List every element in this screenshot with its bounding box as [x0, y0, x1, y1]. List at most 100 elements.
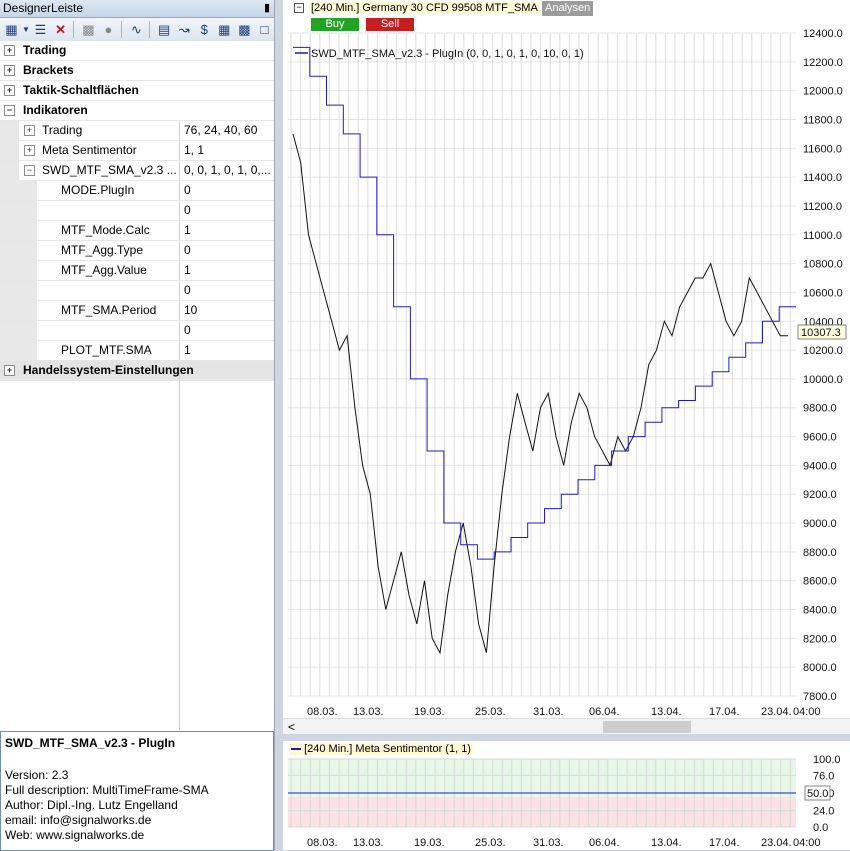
category-indikatoren[interactable]: − Indikatoren: [0, 101, 274, 121]
param-label: MODE.PlugIn: [61, 183, 135, 197]
column-divider: [179, 281, 180, 300]
param-row[interactable]: MTF_Agg.Value 1: [0, 261, 274, 281]
column-divider: [179, 366, 180, 730]
sentiment-tick-label: 24.0: [813, 806, 834, 818]
param-row[interactable]: 0: [0, 321, 274, 341]
expand-icon[interactable]: +: [24, 125, 35, 136]
calculator-icon[interactable]: ▩: [79, 20, 98, 39]
param-value[interactable]: 1: [184, 343, 191, 357]
param-value[interactable]: 0: [184, 203, 191, 217]
scroll-left-icon[interactable]: <: [288, 719, 295, 735]
indicator-value[interactable]: 0, 0, 1, 0, 1, 0,...: [184, 163, 271, 177]
window-icon[interactable]: □: [255, 20, 274, 39]
description-web[interactable]: Web: www.signalworks.de: [5, 828, 144, 842]
column-divider: [179, 241, 180, 260]
sentiment-tick-label: 76.0: [813, 770, 834, 782]
category-trading[interactable]: + Trading: [0, 41, 274, 61]
sentiment-x-tick-label: 31.03.: [533, 837, 564, 849]
indicator-value[interactable]: 76, 24, 40, 60: [184, 123, 257, 137]
pane-splitter[interactable]: [283, 734, 850, 741]
sentiment-x-tick-label: 25.03.: [475, 837, 506, 849]
y-tick-label: 12000.0: [803, 86, 843, 98]
indicator-value[interactable]: 1, 1: [184, 143, 204, 157]
y-tick-label: 7800.0: [803, 691, 837, 703]
description-email[interactable]: email: info@signalworks.de: [5, 813, 151, 827]
param-value[interactable]: 1: [184, 263, 191, 277]
param-value[interactable]: 10: [184, 303, 197, 317]
expand-icon[interactable]: +: [4, 45, 15, 56]
chart-panel: − [240 Min.] Germany 30 CFD 99508 MTF_SM…: [283, 0, 850, 850]
table-icon[interactable]: ▩: [235, 20, 254, 39]
description-version: Version: 2.3: [5, 768, 69, 782]
data-grid-icon[interactable]: ▦: [215, 20, 234, 39]
trend-icon[interactable]: ↝: [175, 20, 194, 39]
param-row[interactable]: MTF_Mode.Calc 1: [0, 221, 274, 241]
dollar-icon[interactable]: $: [195, 20, 214, 39]
param-value[interactable]: 0: [184, 323, 191, 337]
param-row[interactable]: 0: [0, 201, 274, 221]
horizontal-scrollbar[interactable]: <: [283, 718, 850, 735]
sentiment-x-tick-label: 23.04.: [761, 837, 792, 849]
param-row[interactable]: MTF_SMA.Period 10: [0, 301, 274, 321]
column-divider: [179, 121, 180, 140]
column-divider: [179, 301, 180, 320]
sentiment-x-tick-label: 17.04.: [709, 837, 740, 849]
category-label: Brackets: [23, 63, 74, 77]
param-value[interactable]: 0: [184, 243, 191, 257]
dropdown-icon[interactable]: ▼: [22, 20, 30, 39]
expand-icon[interactable]: +: [24, 145, 35, 156]
column-divider: [179, 321, 180, 340]
indent-shade: [0, 141, 19, 160]
category-taktik[interactable]: + Taktik-Schaltflächen: [0, 81, 274, 101]
param-row[interactable]: MODE.PlugIn 0: [0, 181, 274, 201]
param-label: MTF_Agg.Type: [61, 243, 144, 257]
y-tick-label: 10800.0: [803, 259, 843, 271]
collapse-icon[interactable]: −: [4, 105, 15, 116]
description-box: SWD_MTF_SMA_v2.3 - PlugIn Version: 2.3 F…: [0, 731, 274, 851]
list-icon[interactable]: ☰: [31, 20, 50, 39]
param-label: MTF_SMA.Period: [61, 303, 157, 317]
expand-icon[interactable]: +: [4, 85, 15, 96]
category-label: Taktik-Schaltflächen: [23, 83, 139, 97]
indicator-swd-mtf-sma[interactable]: − SWD_MTF_SMA_v2.3 ... 0, 0, 1, 0, 1, 0,…: [0, 161, 274, 181]
description-title: SWD_MTF_SMA_v2.3 - PlugIn: [5, 736, 176, 750]
price-chart[interactable]: SWD_MTF_SMA_v2.3 - PlugIn (0, 0, 1, 0, 1…: [283, 0, 850, 718]
pin-icon[interactable]: ▮: [264, 0, 270, 17]
grid-icon[interactable]: ▦: [2, 20, 21, 39]
sentiment-x-tick-label: 06.04.: [589, 837, 620, 849]
designer-panel: DesignerLeiste ▮ ▦ ▼ ☰ ✕ ▩ ● ∿ ▤ ↝ $ ▦ ▩…: [0, 0, 275, 851]
indicator-meta-sentimentor[interactable]: + Meta Sentimentor 1, 1: [0, 141, 274, 161]
param-value[interactable]: 0: [184, 283, 191, 297]
indent-shade: [0, 161, 19, 180]
collapse-icon[interactable]: −: [24, 165, 35, 176]
category-label: Indikatoren: [23, 103, 88, 117]
indent-shade: [0, 281, 37, 300]
delete-icon[interactable]: ✕: [51, 20, 70, 39]
toolbar-separator: [73, 21, 78, 38]
category-label: Trading: [23, 43, 67, 57]
toolbar-separator: [120, 21, 126, 38]
category-brackets[interactable]: + Brackets: [0, 61, 274, 81]
indicator-trading[interactable]: + Trading 76, 24, 40, 60: [0, 121, 274, 141]
expand-icon[interactable]: +: [4, 365, 15, 376]
person-icon[interactable]: ●: [99, 20, 118, 39]
printer-icon[interactable]: ▤: [155, 20, 174, 39]
param-row[interactable]: 0: [0, 281, 274, 301]
column-divider: [179, 181, 180, 200]
expand-icon[interactable]: +: [4, 65, 15, 76]
indent-shade: [0, 341, 37, 360]
scroll-thumb[interactable]: [603, 721, 691, 733]
sentiment-tick-label: 100.0: [813, 754, 841, 766]
y-tick-label: 8600.0: [803, 576, 837, 588]
param-value[interactable]: 0: [184, 183, 191, 197]
param-row[interactable]: MTF_Agg.Type 0: [0, 241, 274, 261]
param-row[interactable]: PLOT_MTF.SMA 1: [0, 341, 274, 361]
category-handelssystem[interactable]: + Handelssystem-Einstellungen: [0, 361, 274, 381]
indicator-label: SWD_MTF_SMA_v2.3 ...: [42, 163, 177, 177]
indent-shade: [0, 321, 37, 340]
indent-shade: [0, 121, 19, 140]
line-chart-icon[interactable]: ∿: [127, 20, 146, 39]
sentiment-chart[interactable]: 100.076.050.024.00.050.0 08.03.13.03.19.…: [283, 741, 850, 850]
param-value[interactable]: 1: [184, 223, 191, 237]
y-tick-label: 10200.0: [803, 345, 843, 357]
